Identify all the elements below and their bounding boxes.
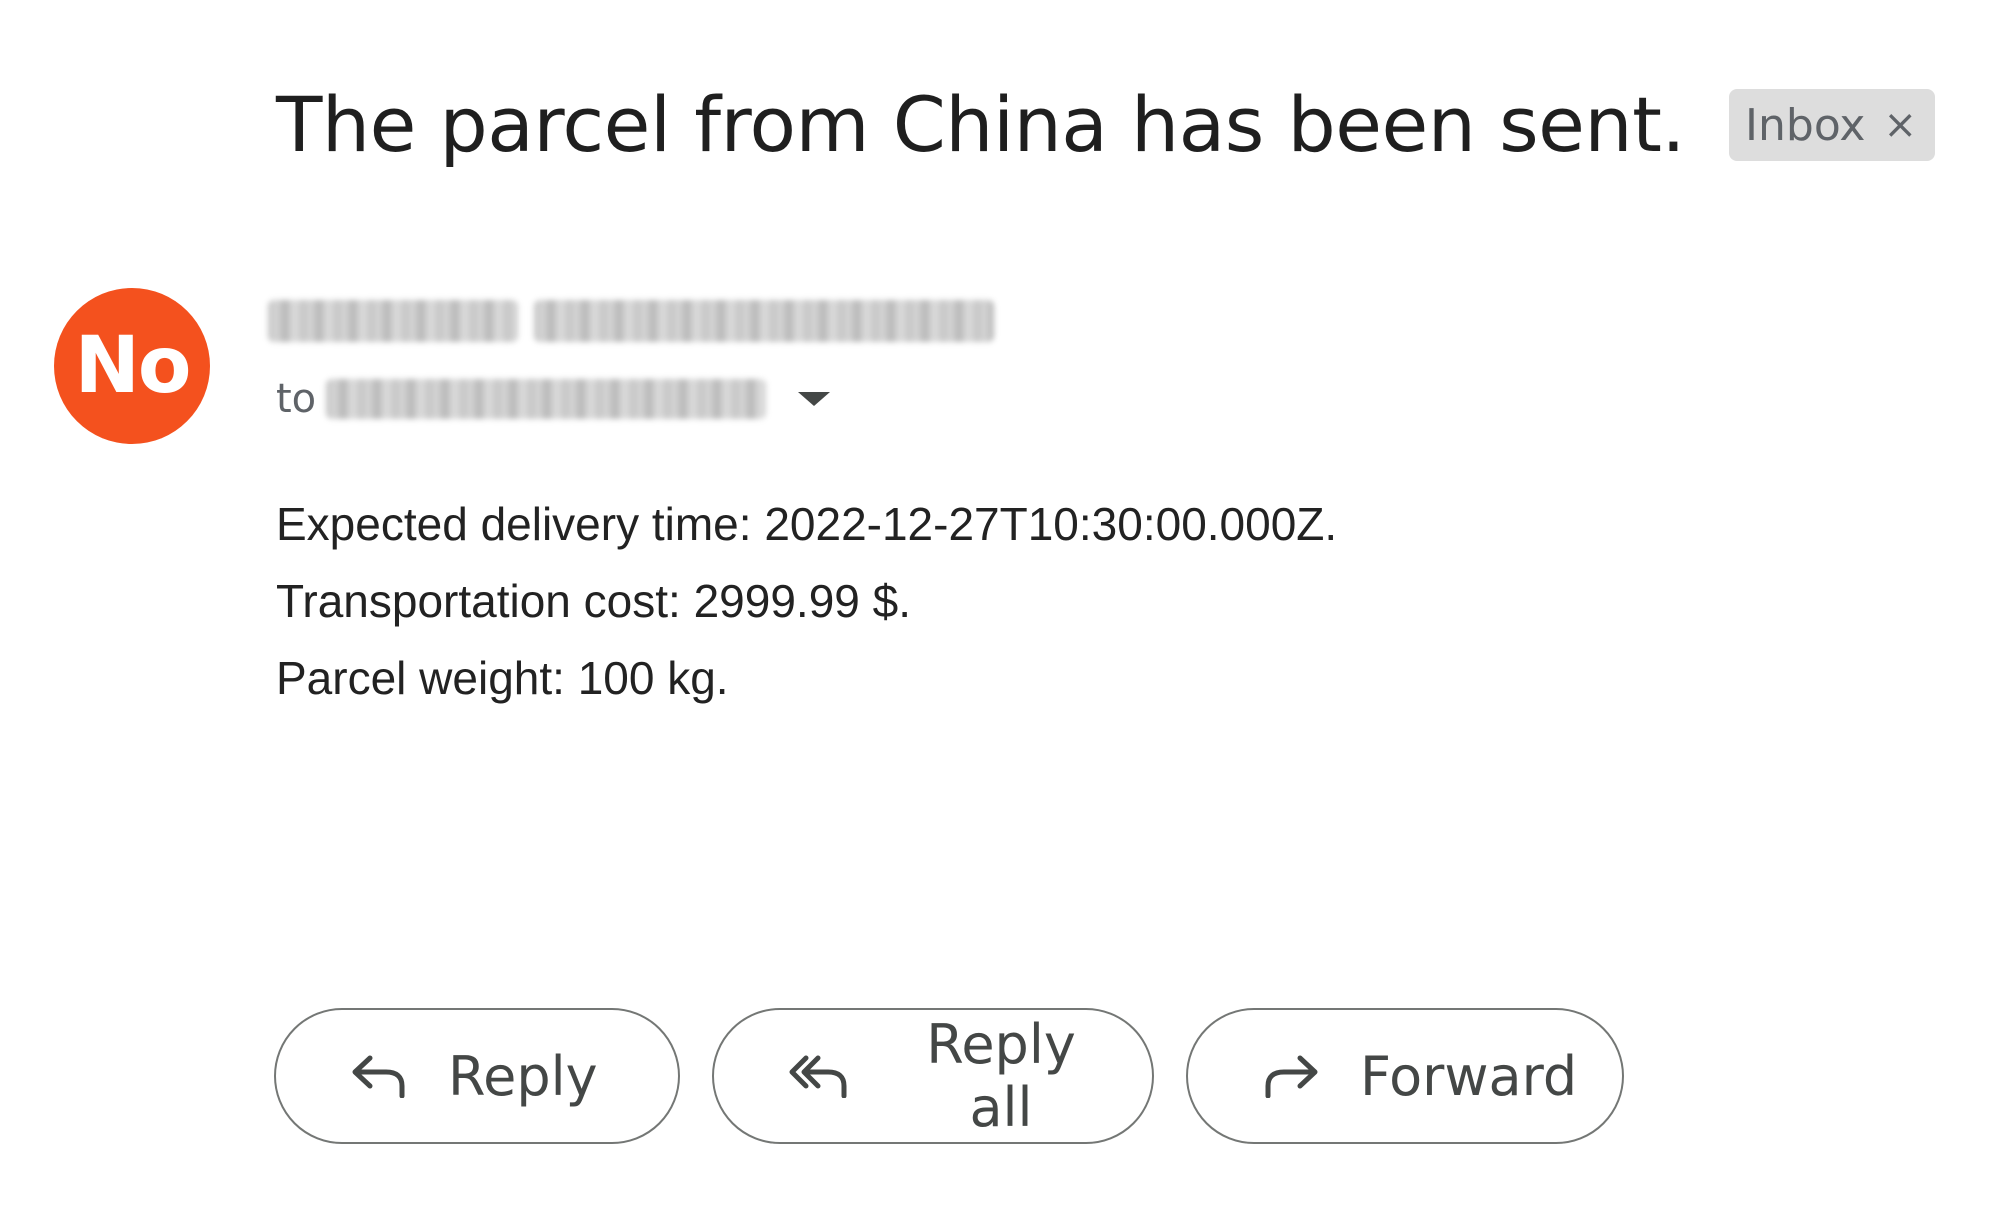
email-body: Expected delivery time: 2022-12-27T10:30…	[276, 486, 1337, 717]
forward-icon	[1262, 1054, 1320, 1098]
body-line-delivery-time: Expected delivery time: 2022-12-27T10:30…	[276, 498, 1338, 550]
sender-row	[268, 300, 994, 342]
email-actions: Reply Reply all Forward	[274, 1008, 1624, 1144]
reply-all-icon	[788, 1054, 850, 1098]
sender-email-redacted	[534, 300, 994, 342]
recipient-row: to	[276, 376, 831, 422]
reply-all-button[interactable]: Reply all	[712, 1008, 1154, 1144]
sender-avatar[interactable]: No	[54, 288, 210, 444]
reply-all-label: Reply all	[926, 1013, 1076, 1139]
body-line-parcel-weight: Parcel weight: 100 kg.	[276, 652, 729, 704]
forward-label: Forward	[1360, 1044, 1578, 1108]
sender-name-redacted[interactable]	[268, 300, 518, 342]
reply-label: Reply	[448, 1044, 598, 1108]
remove-label-icon[interactable]: ×	[1883, 105, 1917, 145]
body-line-transport-cost: Transportation cost: 2999.99 $.	[276, 575, 912, 627]
details-dropdown-icon[interactable]	[798, 392, 831, 406]
label-name: Inbox	[1745, 99, 1866, 151]
subject-row: The parcel from China has been sent. Inb…	[276, 70, 1935, 180]
recipient-redacted	[326, 379, 767, 419]
recipient-prefix: to	[276, 376, 317, 422]
reply-icon	[350, 1054, 408, 1098]
email-subject: The parcel from China has been sent.	[276, 80, 1686, 169]
forward-button[interactable]: Forward	[1186, 1008, 1624, 1144]
inbox-label-chip[interactable]: Inbox ×	[1729, 89, 1935, 161]
reply-button[interactable]: Reply	[274, 1008, 680, 1144]
